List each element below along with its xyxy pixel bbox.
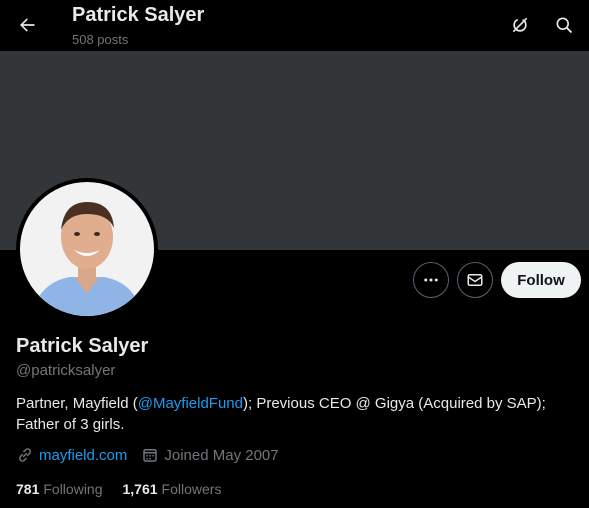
bio-mention-link[interactable]: @MayfieldFund <box>138 395 243 412</box>
more-icon <box>424 278 438 282</box>
website-link[interactable]: mayfield.com <box>39 447 127 464</box>
avatar[interactable] <box>16 178 158 320</box>
bio-text: Partner, Mayfield ( <box>16 395 138 412</box>
back-arrow-icon <box>20 18 35 32</box>
calendar-icon <box>143 449 158 462</box>
mail-icon <box>467 274 483 286</box>
refresh-button[interactable] <box>503 8 537 42</box>
post-count: 508 posts <box>72 32 129 47</box>
more-button[interactable] <box>413 262 449 298</box>
follow-button[interactable]: Follow <box>501 262 581 298</box>
profile-meta: mayfield.com Joined May 2007 <box>16 446 293 464</box>
top-header: Patrick Salyer 508 posts <box>0 0 589 51</box>
refresh-icon <box>512 17 528 33</box>
joined-date: Joined May 2007 <box>164 446 279 464</box>
following-link[interactable]: 781 Following <box>16 481 103 497</box>
message-button[interactable] <box>457 262 493 298</box>
back-button[interactable] <box>10 8 44 42</box>
followers-label: Followers <box>161 481 222 497</box>
search-icon <box>556 17 573 34</box>
search-button[interactable] <box>547 8 581 42</box>
following-count: 781 <box>16 481 40 497</box>
followers-link[interactable]: 1,761 Followers <box>123 481 222 497</box>
following-label: Following <box>43 481 103 497</box>
link-icon <box>18 448 32 462</box>
profile-bio: Partner, Mayfield (@MayfieldFund); Previ… <box>16 393 576 435</box>
website-item[interactable]: mayfield.com <box>16 446 127 464</box>
profile-name: Patrick Salyer <box>16 335 149 357</box>
followers-count: 1,761 <box>122 481 158 497</box>
joined-item: Joined May 2007 <box>141 446 279 464</box>
header-title: Patrick Salyer <box>72 4 205 26</box>
profile-handle: @patricksalyer <box>16 362 116 379</box>
follow-counts: 781 Following 1,761 Followers <box>16 481 241 497</box>
